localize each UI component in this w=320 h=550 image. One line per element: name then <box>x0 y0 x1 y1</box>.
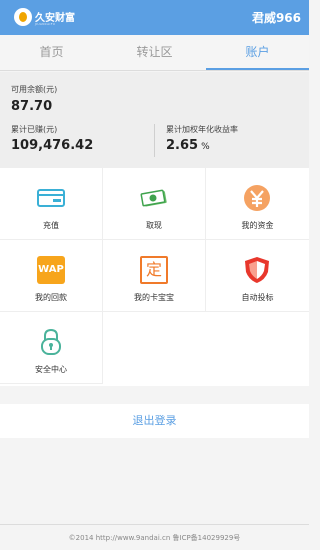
menu-label: 取现 <box>146 221 162 230</box>
tab-account[interactable]: 账户 <box>206 35 309 70</box>
earned-value: 109,476.42 <box>11 138 94 153</box>
account-summary: 可用余额(元) 87.70 累计已赚(元) 109,476.42 累计加权年化收… <box>0 72 309 168</box>
ding-icon: 定 <box>140 256 168 284</box>
logo[interactable]: 久安财富 JIUANCAIFU <box>14 7 75 29</box>
menu-label: 自动投标 <box>241 293 274 302</box>
menu-my-returns[interactable]: WAP 我的回款 <box>0 240 103 312</box>
menu-label: 我的回款 <box>35 293 67 302</box>
logout-button[interactable]: 退出登录 <box>0 404 309 438</box>
username[interactable]: 君威966 <box>252 9 301 26</box>
menu-label: 我的资金 <box>241 221 274 230</box>
menu-recharge[interactable]: 充值 <box>0 168 103 240</box>
yield-unit: % <box>201 142 210 152</box>
menu-withdraw[interactable]: 取现 <box>103 168 206 240</box>
nav-tabs: 首页 转让区 账户 <box>0 35 309 71</box>
menu-label: 充值 <box>43 221 59 230</box>
menu-my-card[interactable]: 定 我的卡宝宝 <box>103 240 206 312</box>
logo-mark-icon <box>14 8 32 26</box>
menu-auto-bid[interactable]: 自动投标 <box>206 240 309 312</box>
menu-label: 安全中心 <box>35 365 67 374</box>
lock-icon <box>41 328 61 355</box>
card-icon <box>37 189 65 207</box>
tab-home[interactable]: 首页 <box>0 35 103 70</box>
available-balance-label: 可用余额(元) <box>11 85 58 94</box>
top-bar: 久安财富 JIUANCAIFU 君威966 <box>0 0 309 35</box>
shield-icon <box>245 257 269 283</box>
summary-divider <box>154 124 155 157</box>
yield-number: 2.65 <box>166 138 199 153</box>
menu-security-center[interactable]: 安全中心 <box>0 312 103 384</box>
yield-value: 2.65% <box>166 138 210 153</box>
cash-icon <box>140 189 167 207</box>
yen-icon <box>244 185 270 211</box>
footer: ©2014 http://www.9andai.cn 鲁ICP备14029929… <box>0 524 309 550</box>
menu-my-funds[interactable]: 我的资金 <box>206 168 309 240</box>
menu-grid: 充值 取现 我的资金 WAP 我的回款 定 我的卡宝宝 自动投标 安全中心 <box>0 168 309 386</box>
wap-icon: WAP <box>37 256 65 284</box>
logo-subtext: JIUANCAIFU <box>35 22 56 26</box>
available-balance-value: 87.70 <box>11 99 53 114</box>
earned-label: 累计已赚(元) <box>11 125 58 134</box>
tab-transfer[interactable]: 转让区 <box>103 35 206 70</box>
yield-label: 累计加权年化收益率 <box>166 125 238 134</box>
menu-label: 我的卡宝宝 <box>134 293 174 302</box>
